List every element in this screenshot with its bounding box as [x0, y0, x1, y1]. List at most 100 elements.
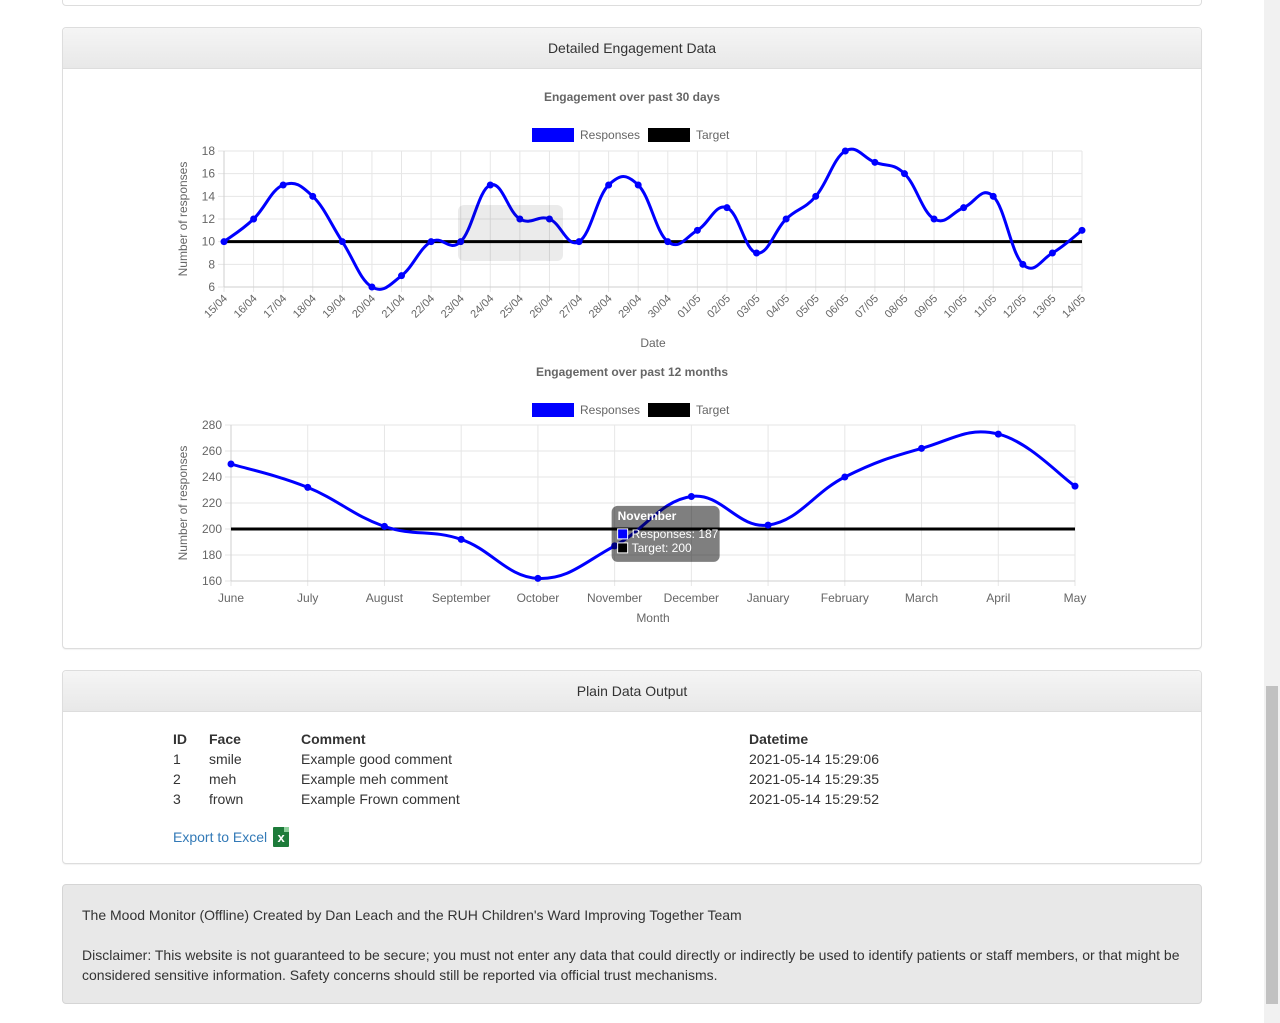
cell-id: 1: [173, 751, 181, 767]
responses-point: [457, 535, 465, 543]
x-tick-label: 25/04: [498, 293, 526, 321]
responses-point: [279, 181, 287, 189]
x-tick-label: February: [821, 591, 869, 605]
tooltip-swatch: [617, 542, 629, 554]
responses-point: [918, 444, 926, 452]
x-tick-label: 27/04: [557, 293, 585, 321]
chart-title: Engagement over past 12 months: [536, 365, 728, 379]
x-tick-label: 18/04: [291, 293, 319, 321]
table-row: 2 meh Example meh comment 2021-05-14 15:…: [173, 769, 909, 789]
scrollbar-thumb[interactable]: [1266, 686, 1278, 1004]
page-scrollbar[interactable]: [1264, 0, 1280, 1023]
x-tick-label: December: [664, 591, 719, 605]
table-row: 3 frown Example Frown comment 2021-05-14…: [173, 789, 909, 809]
y-tick-label: 18: [202, 144, 216, 158]
y-tick-label: 200: [202, 522, 222, 536]
x-axis-title: Date: [640, 336, 666, 350]
x-tick-label: 05/05: [794, 293, 822, 321]
cell-face: smile: [209, 751, 242, 767]
cell-face: frown: [209, 791, 244, 807]
responses-point: [687, 493, 695, 500]
cell-datetime: 2021-05-14 15:29:35: [749, 771, 879, 787]
plain-data-table: ID Face Comment Datetime 1 smile Example…: [173, 729, 909, 809]
y-tick-label: 180: [202, 548, 222, 562]
tooltip-line: Responses: 187: [632, 527, 719, 541]
y-tick-label: 240: [202, 470, 222, 484]
cell-datetime: 2021-05-14 15:29:52: [749, 791, 879, 807]
responses-point: [723, 204, 731, 212]
excel-file-icon: x: [273, 827, 290, 847]
tooltip-title: November: [618, 509, 677, 523]
x-tick-label: 03/05: [735, 293, 763, 321]
x-tick-label: 01/05: [676, 293, 704, 321]
x-tick-label: 28/04: [587, 293, 615, 321]
y-tick-label: 280: [202, 418, 222, 432]
x-tick-label: 16/04: [232, 293, 260, 321]
x-tick-label: November: [587, 591, 642, 605]
responses-point: [380, 522, 388, 530]
cell-comment: Example Frown comment: [301, 791, 460, 807]
chart-1: Engagement over past 30 days Responses Tar…: [176, 90, 1088, 350]
plain-data-panel: Plain Data Output ID Face Comment Dateti…: [62, 670, 1202, 864]
x-tick-label: 15/04: [202, 293, 230, 321]
x-tick-label: 06/05: [823, 293, 851, 321]
y-tick-label: 14: [202, 189, 216, 203]
legend-label-target: Target: [696, 403, 730, 417]
x-tick-label: 17/04: [261, 293, 289, 321]
header-datetime: Datetime: [749, 731, 809, 747]
x-tick-label: March: [905, 591, 938, 605]
responses-point: [764, 521, 772, 529]
tooltip-swatch: [617, 528, 629, 540]
x-tick-label: June: [218, 591, 244, 605]
chart-title: Engagement over past 30 days: [544, 90, 720, 104]
responses-point: [994, 430, 1002, 438]
x-tick-label: 21/04: [380, 293, 408, 321]
responses-point: [664, 238, 672, 246]
header-face: Face: [209, 731, 241, 747]
x-tick-label: 26/04: [528, 293, 556, 321]
y-tick-label: 160: [202, 574, 222, 588]
x-tick-label: 20/04: [350, 293, 378, 321]
chart-tooltip: November Responses: 187Target: 200: [611, 505, 720, 562]
responses-point: [304, 483, 312, 491]
y-tick-label: 12: [202, 212, 216, 226]
legend-label-target: Target: [696, 128, 730, 142]
table-row: 1 smile Example good comment 2021-05-14 …: [173, 749, 909, 769]
x-tick-label: July: [297, 591, 318, 605]
y-axis-title: Number of responses: [176, 162, 190, 277]
responses-point: [812, 192, 820, 200]
legend-swatch-target: [648, 403, 690, 417]
responses-point: [1048, 249, 1056, 257]
responses-point: [220, 238, 228, 246]
x-tick-label: 13/05: [1031, 293, 1059, 321]
faded-tooltip-ghost: [458, 205, 563, 261]
x-tick-label: October: [517, 591, 560, 605]
responses-point: [900, 170, 908, 178]
responses-point: [634, 181, 642, 189]
table-header-row: ID Face Comment Datetime: [173, 729, 909, 749]
legend-swatch-responses: [532, 403, 574, 417]
responses-point: [871, 158, 879, 166]
y-axis-title: Number of responses: [176, 446, 190, 561]
cell-id: 2: [173, 771, 181, 787]
responses-point: [398, 272, 406, 280]
plain-data-panel-title: Plain Data Output: [63, 671, 1201, 712]
responses-point: [989, 192, 997, 200]
x-tick-label: 14/05: [1060, 293, 1088, 321]
x-tick-label: 24/04: [468, 293, 496, 321]
x-tick-label: 22/04: [409, 293, 437, 321]
legend-label-responses: Responses: [580, 403, 640, 417]
x-tick-label: 09/05: [912, 293, 940, 321]
responses-point: [841, 147, 849, 155]
x-tick-label: 12/05: [1001, 293, 1029, 321]
legend-swatch-responses: [532, 128, 574, 142]
header-id: ID: [173, 731, 187, 747]
export-to-excel-link[interactable]: Export to Excel x: [173, 827, 290, 847]
footer-disclaimer: Disclaimer: This website is not guarante…: [82, 947, 1180, 983]
responses-point: [250, 215, 258, 223]
y-tick-label: 8: [208, 257, 215, 271]
header-comment: Comment: [301, 731, 366, 747]
responses-point: [841, 473, 849, 481]
x-tick-label: 10/05: [942, 293, 970, 321]
x-tick-label: April: [986, 591, 1010, 605]
